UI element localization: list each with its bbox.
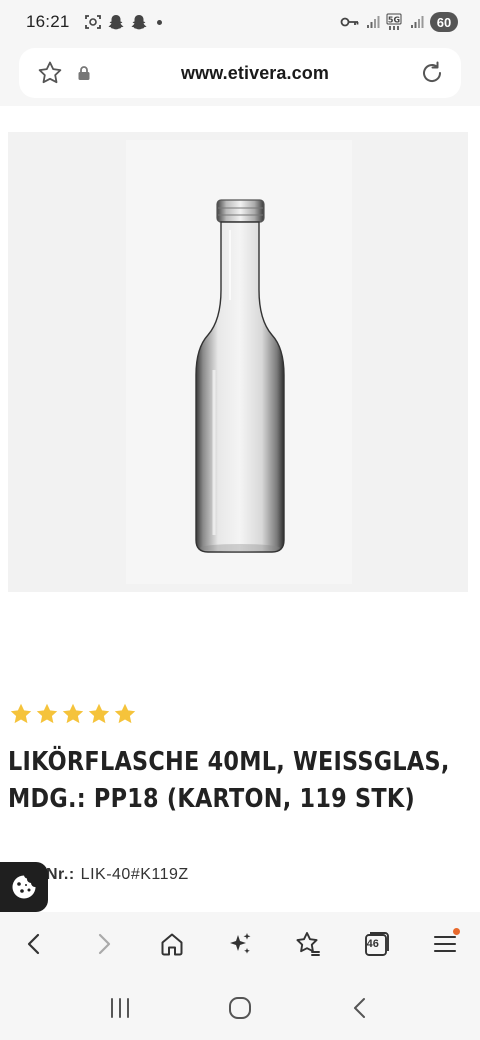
bookmarks-icon — [296, 932, 321, 956]
star-icon — [36, 703, 58, 724]
product-title-line-2: MDG.: PP18 (KARTON, 119 STK) — [8, 784, 415, 814]
recent-apps-icon — [111, 998, 129, 1018]
forward-icon — [99, 933, 111, 955]
lock-icon — [78, 66, 90, 80]
snapchat-icon — [108, 15, 124, 30]
star-icon — [62, 703, 84, 724]
ai-sparkle-icon — [229, 933, 251, 954]
screenshot-icon — [84, 15, 101, 29]
tabs-button[interactable]: 46 — [360, 927, 394, 961]
reload-icon[interactable] — [419, 60, 445, 86]
article-number: Nr.: LIK-40#K119Z — [46, 866, 189, 884]
recent-apps-button[interactable] — [103, 991, 137, 1025]
bookmarks-button[interactable] — [291, 927, 325, 961]
key-icon — [340, 17, 359, 27]
star-icon — [114, 703, 136, 724]
back-button[interactable] — [18, 927, 52, 961]
url-text[interactable]: www.etivera.com — [91, 63, 419, 84]
home-icon — [161, 933, 183, 956]
browser-toolbar: 46 — [0, 912, 480, 976]
signal-icon — [411, 16, 424, 28]
back-icon — [27, 933, 40, 955]
notification-badge — [452, 928, 460, 935]
status-time: 16:21 — [26, 12, 70, 31]
ai-assist-button[interactable] — [223, 927, 257, 961]
snapchat-icon — [131, 15, 147, 30]
cookie-settings-button[interactable] — [0, 862, 48, 912]
cookie-icon — [12, 875, 36, 899]
back-chevron-icon — [354, 998, 365, 1018]
product-image-frame — [126, 140, 352, 584]
rating-stars[interactable] — [9, 702, 137, 726]
star-outline-icon[interactable] — [37, 60, 63, 86]
star-icon — [10, 703, 32, 724]
system-home-button[interactable] — [223, 991, 257, 1025]
address-bar[interactable]: www.etivera.com — [19, 48, 461, 98]
article-number-value: LIK-40#K119Z — [80, 866, 189, 883]
svg-text:5G: 5G — [388, 16, 400, 25]
menu-icon — [433, 935, 457, 953]
tab-count: 46 — [366, 938, 379, 950]
system-navigation-bar — [0, 976, 480, 1040]
battery-indicator: 60 — [430, 12, 458, 32]
forward-button[interactable] — [86, 927, 120, 961]
bottle-image — [195, 199, 285, 553]
signal-icon — [367, 16, 380, 28]
product-image[interactable] — [8, 132, 468, 592]
status-bar: 16:21 5G 60 — [0, 0, 480, 44]
star-icon — [88, 703, 110, 724]
product-title-line-1: LIKÖRFLASCHE 40ML, WEISSGLAS, — [8, 747, 450, 777]
home-button[interactable] — [155, 927, 189, 961]
article-number-label: Nr.: — [46, 866, 75, 883]
notification-dot-icon — [156, 19, 162, 25]
product-title: LIKÖRFLASCHE 40ML, WEISSGLAS, MDG.: PP18… — [8, 744, 472, 818]
menu-button[interactable] — [428, 927, 462, 961]
home-circle-icon — [229, 997, 251, 1019]
browser-address-area: www.etivera.com — [0, 44, 480, 106]
system-back-button[interactable] — [343, 991, 377, 1025]
5g-icon: 5G — [386, 13, 402, 30]
